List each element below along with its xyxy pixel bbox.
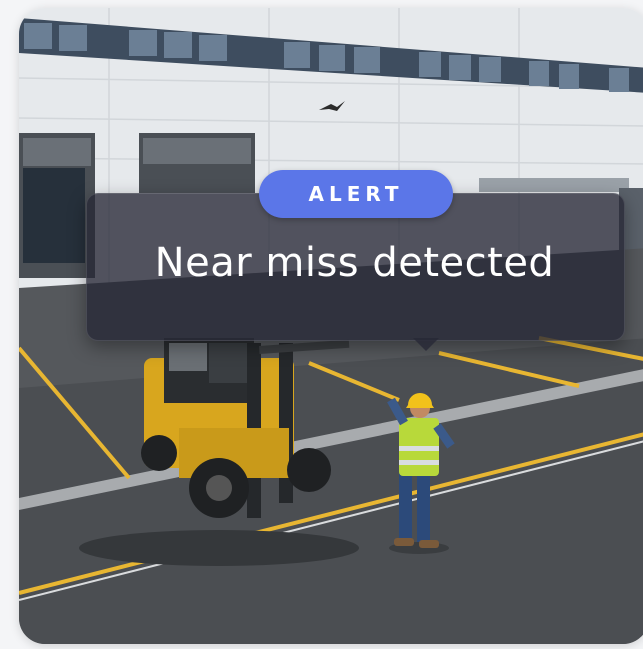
alert-message: Near miss detected [154, 240, 555, 286]
callout-pointer [413, 338, 439, 351]
alert-card: ALERT Near miss detected [19, 8, 643, 644]
alert-badge: ALERT [259, 170, 453, 218]
